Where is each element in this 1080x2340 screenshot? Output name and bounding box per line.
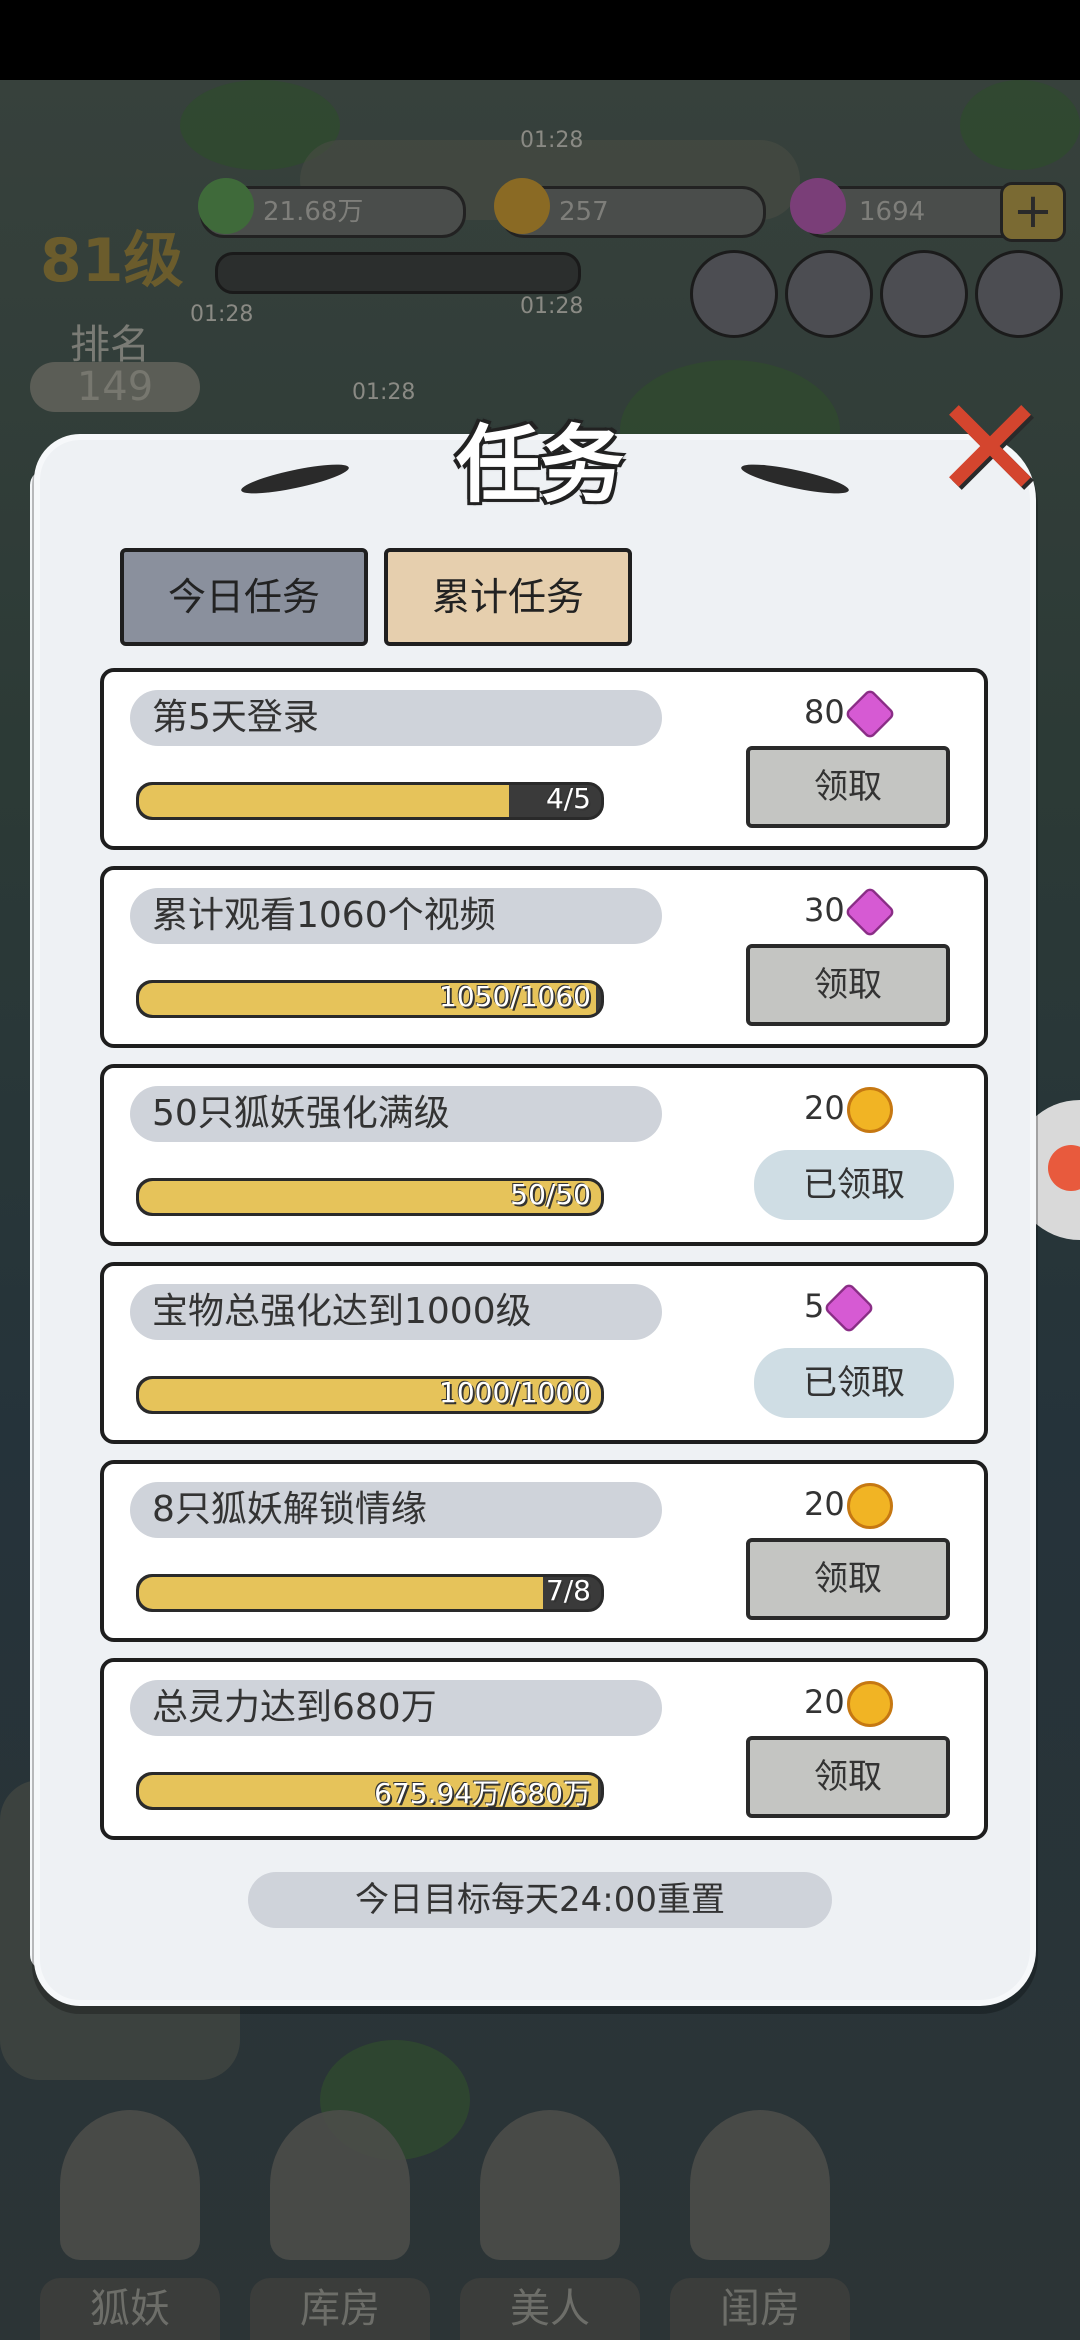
task-reward: 30	[804, 885, 896, 939]
gem-icon	[843, 885, 896, 939]
panel-title: 任务	[455, 416, 624, 514]
task-progress-bar: 1050/1060	[136, 980, 604, 1018]
reward-amount: 30	[804, 891, 845, 929]
coin-icon	[846, 1681, 893, 1727]
task-reward: 20	[804, 1480, 893, 1529]
nav-storage-label: 库房	[250, 2278, 430, 2340]
task-progress-text: 50/50	[510, 1178, 591, 1211]
gift-icon[interactable]	[785, 250, 873, 338]
lottery-icon[interactable]	[975, 250, 1063, 338]
claim-button[interactable]: 领取	[746, 1736, 950, 1818]
status-bar	[0, 0, 1080, 80]
coin-icon	[846, 1087, 893, 1133]
close-icon[interactable]: ✕	[930, 380, 1050, 520]
task-reward: 5	[804, 1281, 876, 1335]
task-progress-bar: 50/50	[136, 1178, 604, 1216]
nav-storage[interactable]: 库房	[250, 2110, 430, 2340]
reward-amount: 5	[804, 1287, 825, 1325]
task-card: 50只狐妖强化满级 50/50 20 已领取	[100, 1064, 988, 1246]
add-currency-button[interactable]: +	[1000, 182, 1066, 242]
claim-button[interactable]: 领取	[746, 746, 950, 828]
task-progress-text: 1050/1060	[439, 980, 591, 1013]
storage-bag-icon	[270, 2110, 410, 2260]
nav-beauty-label: 美人	[460, 2278, 640, 2340]
reward-amount: 20	[804, 1485, 845, 1523]
task-card: 宝物总强化达到1000级 1000/1000 5 已领取	[100, 1262, 988, 1444]
treasure-icon[interactable]	[880, 250, 968, 338]
task-progress-text: 7/8	[545, 1574, 591, 1607]
experience-bar	[215, 252, 581, 294]
task-reward: 20	[804, 1678, 893, 1727]
task-card: 总灵力达到680万 675.94万/680万 20 领取	[100, 1658, 988, 1840]
task-reward: 20	[804, 1084, 893, 1133]
task-progress-fill	[139, 1577, 544, 1609]
gem-currency-icon	[790, 178, 846, 234]
side-float-icon	[1048, 1145, 1080, 1191]
task-card: 累计观看1060个视频 1050/1060 30 领取	[100, 866, 988, 1048]
building-timer: 01:28	[190, 302, 254, 327]
currency-2-value: 257	[559, 197, 609, 227]
reward-amount: 80	[804, 693, 845, 731]
nav-fox[interactable]: 狐妖	[40, 2110, 220, 2340]
claimed-badge: 已领取	[754, 1150, 954, 1220]
nav-fox-label: 狐妖	[40, 2278, 220, 2340]
task-progress-text: 675.94万/680万	[374, 1777, 591, 1810]
task-name: 第5天登录	[130, 690, 662, 746]
tab-cumulative-tasks[interactable]: 累计任务	[384, 548, 632, 646]
gem-icon	[823, 1281, 876, 1335]
nav-beauty[interactable]: 美人	[460, 2110, 640, 2340]
fox-icon	[60, 2110, 200, 2260]
claim-button[interactable]: 领取	[746, 1538, 950, 1620]
currency-1-value: 21.68万	[263, 197, 364, 227]
task-name: 8只狐妖解锁情缘	[130, 1482, 662, 1538]
boudoir-icon	[690, 2110, 830, 2260]
nav-boudoir[interactable]: 闺房	[670, 2110, 850, 2340]
task-card: 第5天登录 4/5 80 领取	[100, 668, 988, 850]
coin-currency-icon	[494, 178, 550, 234]
reward-amount: 20	[804, 1089, 845, 1127]
player-level: 81级	[40, 226, 184, 296]
leaf-currency-icon	[198, 178, 254, 234]
nav-boudoir-label: 闺房	[670, 2278, 850, 2340]
reward-amount: 20	[804, 1683, 845, 1721]
task-progress-bar: 4/5	[136, 782, 604, 820]
task-name: 宝物总强化达到1000级	[130, 1284, 662, 1340]
reset-note: 今日目标每天24:00重置	[248, 1872, 832, 1928]
task-name: 50只狐妖强化满级	[130, 1086, 662, 1142]
claimed-badge: 已领取	[754, 1348, 954, 1418]
task-progress-text: 1000/1000	[439, 1376, 591, 1409]
task-name: 总灵力达到680万	[130, 1680, 662, 1736]
building-timer: 01:28	[520, 128, 584, 153]
claim-button[interactable]: 领取	[746, 944, 950, 1026]
currency-3-value: 1694	[859, 197, 926, 227]
beauty-icon	[480, 2110, 620, 2260]
task-progress-text: 4/5	[545, 782, 591, 815]
coin-icon	[846, 1483, 893, 1529]
task-progress-fill	[139, 785, 509, 817]
gem-icon	[843, 687, 896, 741]
task-reward: 80	[804, 687, 896, 741]
task-card: 8只狐妖解锁情缘 7/8 20 领取	[100, 1460, 988, 1642]
task-name: 累计观看1060个视频	[130, 888, 662, 944]
task-progress-bar: 1000/1000	[136, 1376, 604, 1414]
event-icon[interactable]	[690, 250, 778, 338]
tab-daily-tasks[interactable]: 今日任务	[120, 548, 368, 646]
task-progress-bar: 7/8	[136, 1574, 604, 1612]
task-progress-bar: 675.94万/680万	[136, 1772, 604, 1810]
building-timer: 01:28	[520, 294, 584, 319]
